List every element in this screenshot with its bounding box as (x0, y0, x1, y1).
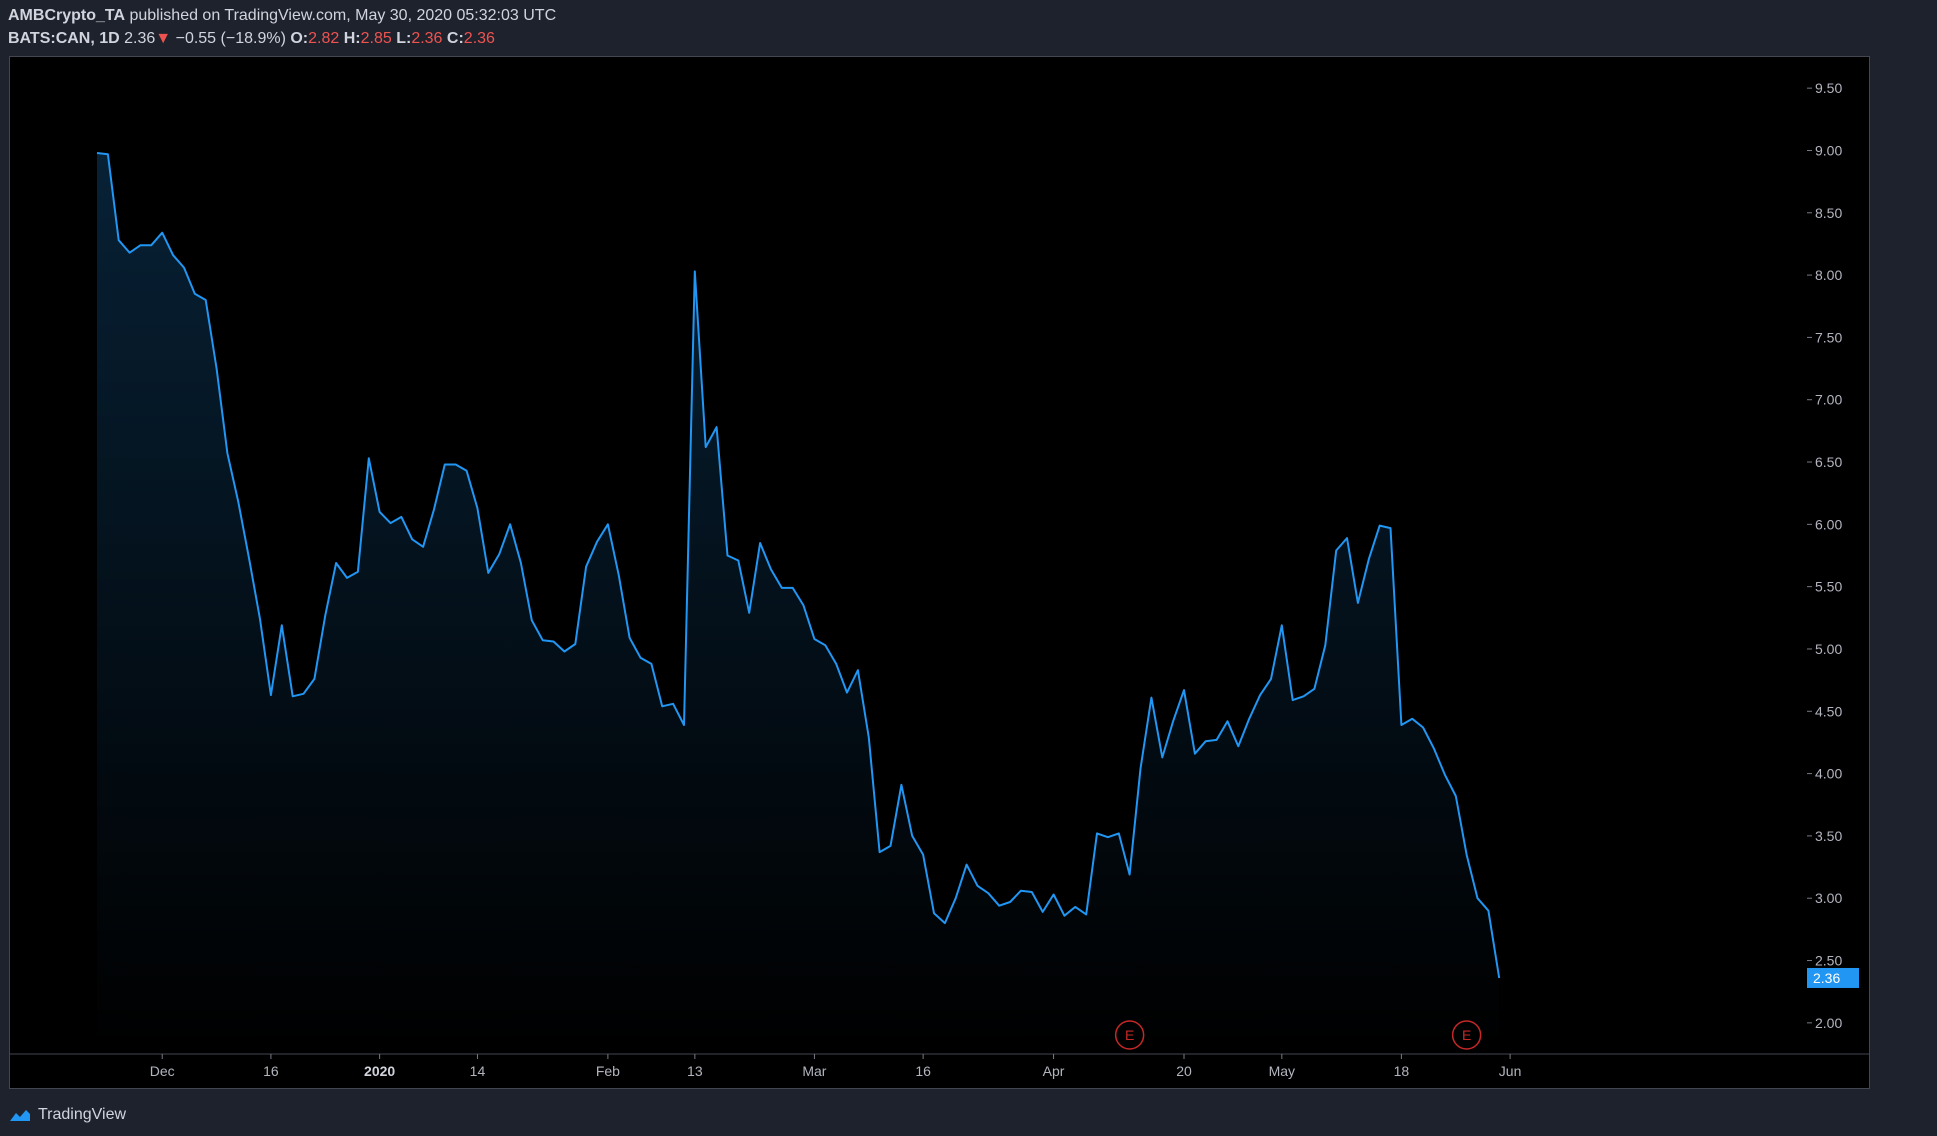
last-price-tag: 2.36 (1807, 967, 1859, 988)
high-value: 2.85 (360, 30, 392, 47)
publish-line: AMBCrypto_TA published on TradingView.co… (8, 4, 556, 27)
price-tick-label: 7.50 (1815, 329, 1842, 345)
price-tick-label: 8.50 (1815, 205, 1842, 221)
time-tick-label: 13 (687, 1063, 703, 1079)
price-tick-label: 3.50 (1815, 828, 1842, 844)
last-price-tag-label: 2.36 (1813, 970, 1840, 986)
earnings-label: E (1462, 1027, 1471, 1043)
price-tick-label: 7.00 (1815, 392, 1842, 408)
time-tick-label: Jun (1499, 1063, 1522, 1079)
price-change: −0.55 (−18.9%) (175, 30, 286, 47)
price-axis[interactable]: 9.50 9.00 8.50 8.00 7.50 7.00 6.50 6.00 5.50 5.00… (1807, 80, 1842, 1031)
price-tick-label: 4.00 (1815, 766, 1842, 782)
low-label: L: (396, 30, 412, 47)
time-tick-label: Dec (150, 1063, 175, 1079)
time-axis[interactable]: Dec 16 2020 14 Feb 13 Mar 16 Apr 20 May 18 Jun (150, 1054, 1522, 1079)
price-tick-label: 5.50 (1815, 579, 1842, 595)
price-chart[interactable]: 9.50 9.00 8.50 8.00 7.50 7.00 6.50 6.00 5.50 5.00… (10, 57, 1869, 1088)
price-tick-label: 9.50 (1815, 80, 1842, 96)
time-tick-label: 2020 (364, 1063, 395, 1079)
price-tick-label: 4.50 (1815, 703, 1842, 719)
time-tick-label: 14 (470, 1063, 486, 1079)
price-tick-label: 3.00 (1815, 890, 1842, 906)
chart-header: AMBCrypto_TA published on TradingView.co… (8, 4, 556, 50)
high-label: H: (343, 30, 361, 47)
area-path (97, 153, 1500, 1054)
close-label: C: (446, 30, 464, 47)
published-text: published on TradingView.com, May 30, 20… (129, 7, 557, 24)
time-tick-label: 20 (1176, 1063, 1192, 1079)
low-value: 2.36 (411, 30, 443, 47)
price-tick-label: 2.50 (1815, 953, 1842, 969)
price-tick-label: 9.00 (1815, 142, 1842, 158)
last-price: 2.36 (124, 30, 156, 47)
symbol-label: BATS:CAN, 1D (8, 30, 120, 47)
brand-name[interactable]: TradingView (38, 1106, 126, 1124)
close-value: 2.36 (463, 30, 495, 47)
footer: TradingView (8, 1102, 126, 1128)
author-name[interactable]: AMBCrypto_TA (8, 7, 125, 24)
price-tick-label: 6.50 (1815, 454, 1842, 470)
time-tick-label: Apr (1043, 1063, 1065, 1079)
price-tick-label: 8.00 (1815, 267, 1842, 283)
time-tick-label: 18 (1394, 1063, 1410, 1079)
ohlc-line: BATS:CAN, 1D 2.36▼ −0.55 (−18.9%) O:2.82… (8, 27, 556, 50)
chart-panel[interactable]: 9.50 9.00 8.50 8.00 7.50 7.00 6.50 6.00 5.50 5.00… (9, 56, 1870, 1089)
earnings-label: E (1125, 1027, 1134, 1043)
open-value: 2.82 (308, 30, 340, 47)
time-tick-label: 16 (915, 1063, 931, 1079)
time-tick-label: May (1269, 1063, 1295, 1079)
price-tick-label: 5.00 (1815, 641, 1842, 657)
time-tick-label: Feb (596, 1063, 620, 1079)
time-tick-label: 16 (263, 1063, 279, 1079)
tradingview-logo-icon[interactable] (8, 1107, 32, 1123)
down-arrow-icon: ▼ (155, 30, 172, 47)
open-label: O: (290, 30, 309, 47)
price-tick-label: 2.00 (1815, 1015, 1842, 1031)
time-tick-label: Mar (802, 1063, 826, 1079)
area-fill (97, 153, 1500, 1054)
price-tick-label: 6.00 (1815, 516, 1842, 532)
